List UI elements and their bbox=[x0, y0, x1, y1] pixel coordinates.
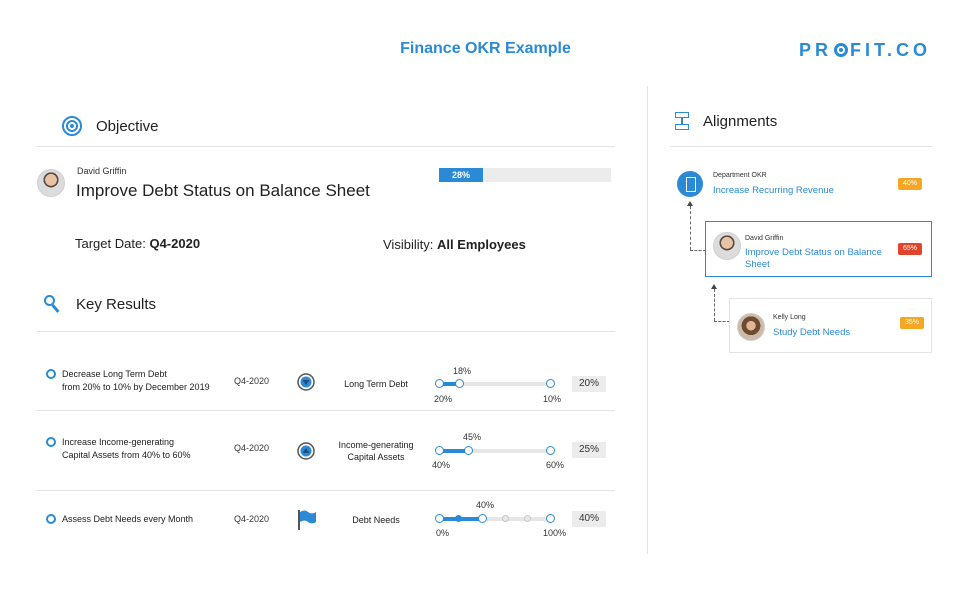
slider-current-label: 18% bbox=[453, 366, 472, 376]
key-result-progress: 25% bbox=[572, 442, 606, 458]
logo-o-icon bbox=[834, 43, 848, 57]
alignment-title[interactable]: Increase Recurring Revenue bbox=[713, 185, 834, 197]
key-results-section-label: Key Results bbox=[76, 295, 157, 313]
hierarchy-icon bbox=[675, 112, 689, 130]
connector-line bbox=[714, 321, 730, 322]
slider-start-knob bbox=[435, 379, 444, 388]
status-circle-icon[interactable] bbox=[46, 369, 56, 379]
key-result-row[interactable]: Increase Income-generating Capital Asset… bbox=[37, 426, 615, 491]
avatar bbox=[713, 232, 741, 260]
target-icon bbox=[62, 116, 82, 136]
alignment-card[interactable]: Kelly Long Study Debt Needs 35% bbox=[729, 298, 932, 353]
slider-start-label: 40% bbox=[432, 460, 451, 470]
decrease-triangle-icon bbox=[297, 373, 315, 391]
slider-current-label: 45% bbox=[463, 432, 482, 442]
brand-logo: PR FIT.CO bbox=[798, 40, 931, 60]
key-result-row[interactable]: Assess Debt Needs every Month Q4-2020 De… bbox=[37, 496, 615, 556]
visibility: Visibility: All Employees bbox=[383, 237, 526, 252]
alignment-card-selected[interactable]: David Griffin Improve Debt Status on Bal… bbox=[705, 221, 932, 277]
alignments-divider bbox=[670, 146, 932, 147]
objective-divider bbox=[37, 146, 615, 147]
avatar bbox=[737, 313, 765, 341]
target-date: Target Date: Q4-2020 bbox=[75, 236, 201, 251]
alignment-owner: David Griffin bbox=[745, 235, 784, 242]
connector-line bbox=[690, 250, 706, 251]
alignments-header: Alignments bbox=[675, 112, 777, 130]
target-date-value: Q4-2020 bbox=[149, 236, 201, 251]
visibility-value: All Employees bbox=[436, 237, 526, 252]
slider-target-label: 60% bbox=[546, 460, 565, 470]
key-result-name[interactable]: Increase Income-generating Capital Asset… bbox=[62, 436, 191, 462]
connector-line bbox=[714, 289, 715, 321]
key-result-row[interactable]: Decrease Long Term Debt from 20% to 10% … bbox=[37, 351, 615, 411]
key-results-header: Key Results bbox=[44, 295, 156, 313]
objective-header: Objective bbox=[62, 116, 159, 136]
key-result-name[interactable]: Assess Debt Needs every Month bbox=[62, 513, 193, 526]
slider-step-knob bbox=[502, 515, 509, 522]
slider-step-knob bbox=[455, 515, 462, 522]
alignment-title[interactable]: Improve Debt Status on Balance Sheet bbox=[745, 247, 882, 271]
key-result-metric: Income-generating Capital Assets bbox=[338, 440, 414, 462]
key-result-progress: 40% bbox=[572, 511, 606, 527]
progress-slider[interactable] bbox=[435, 446, 555, 455]
objective-progress-fill: 28% bbox=[439, 168, 483, 182]
key-result-date: Q4-2020 bbox=[234, 376, 270, 386]
alignment-badge: 65% bbox=[898, 243, 922, 255]
slider-target-knob bbox=[546, 379, 555, 388]
alignment-owner: Department OKR bbox=[713, 172, 767, 179]
slider-start-label: 20% bbox=[434, 394, 453, 404]
status-circle-icon[interactable] bbox=[46, 437, 56, 447]
objective-progress-bar: 28% bbox=[439, 168, 611, 182]
slider-start-label: 0% bbox=[436, 528, 450, 538]
column-divider bbox=[647, 86, 648, 554]
key-result-metric: Long Term Debt bbox=[344, 379, 408, 389]
slider-start-knob bbox=[435, 446, 444, 455]
key-icon bbox=[44, 295, 62, 313]
key-result-name[interactable]: Decrease Long Term Debt from 20% to 10% … bbox=[62, 368, 210, 394]
objective-title[interactable]: Improve Debt Status on Balance Sheet bbox=[76, 181, 370, 201]
row-divider bbox=[37, 490, 615, 491]
slider-current-knob[interactable] bbox=[455, 379, 464, 388]
increase-triangle-icon bbox=[297, 442, 315, 460]
objective-section-label: Objective bbox=[96, 117, 159, 135]
key-result-metric: Debt Needs bbox=[352, 515, 400, 525]
slider-target-knob bbox=[546, 446, 555, 455]
alignment-title[interactable]: Study Debt Needs bbox=[773, 327, 850, 339]
key-results-divider bbox=[37, 331, 615, 332]
progress-slider[interactable] bbox=[435, 514, 555, 523]
row-divider bbox=[37, 410, 615, 411]
alignments-section-label: Alignments bbox=[703, 112, 778, 130]
key-result-date: Q4-2020 bbox=[234, 514, 270, 524]
objective-owner: David Griffin bbox=[77, 166, 127, 176]
key-result-date: Q4-2020 bbox=[234, 443, 270, 453]
slider-target-label: 100% bbox=[543, 528, 567, 538]
slider-target-knob bbox=[546, 514, 555, 523]
slider-current-knob[interactable] bbox=[464, 446, 473, 455]
alignment-badge: 40% bbox=[898, 178, 922, 190]
progress-slider[interactable] bbox=[435, 379, 555, 388]
flag-icon bbox=[298, 510, 316, 530]
alignment-owner: Kelly Long bbox=[773, 314, 806, 321]
slider-step-knob bbox=[524, 515, 531, 522]
key-result-progress: 20% bbox=[572, 376, 606, 392]
slider-start-knob bbox=[435, 514, 444, 523]
slider-current-label: 40% bbox=[476, 500, 495, 510]
alignment-badge: 35% bbox=[900, 317, 924, 329]
slider-current-knob[interactable] bbox=[478, 514, 487, 523]
status-circle-icon[interactable] bbox=[46, 514, 56, 524]
building-icon bbox=[677, 171, 703, 197]
slider-target-label: 10% bbox=[543, 394, 562, 404]
connector-line bbox=[690, 206, 691, 250]
avatar bbox=[37, 169, 65, 197]
